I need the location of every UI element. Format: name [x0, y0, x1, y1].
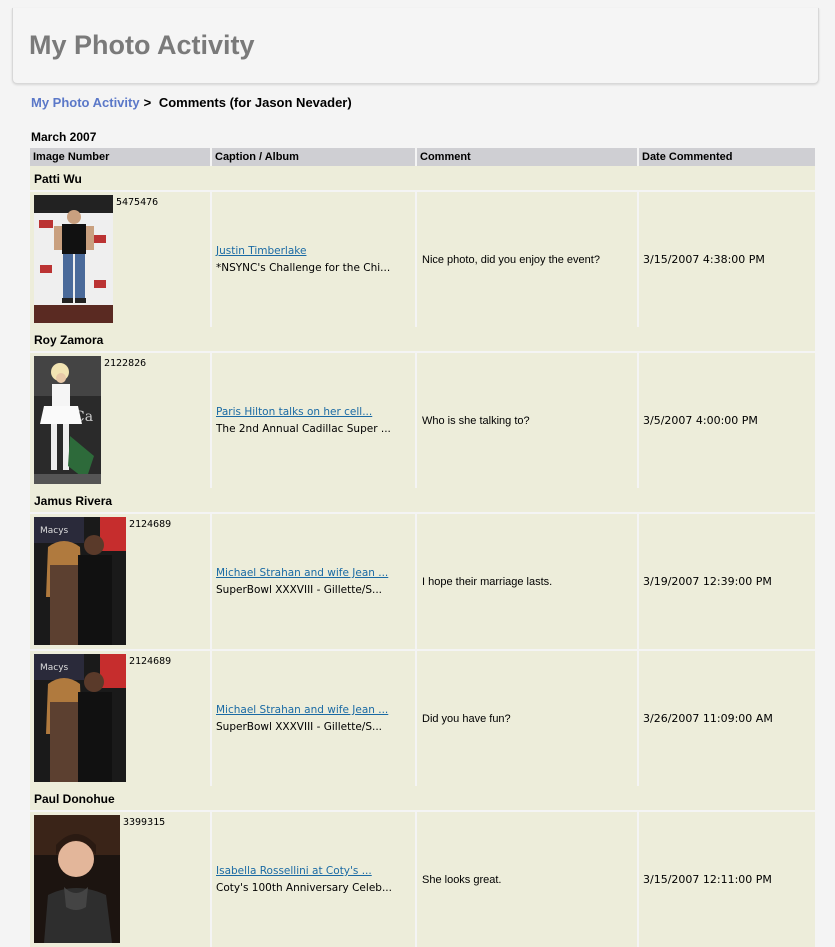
- table-row: 3399315 Isabella Rossellini at Coty's ..…: [30, 810, 815, 947]
- breadcrumb-link-my-photo-activity[interactable]: My Photo Activity: [31, 95, 140, 110]
- photo-thumbnail[interactable]: Macys: [34, 517, 126, 645]
- caption-cell: Justin Timberlake *NSYNC's Challenge for…: [212, 190, 415, 327]
- date-commented: 3/5/2007 4:00:00 PM: [639, 351, 815, 488]
- svg-text:Macys: Macys: [40, 663, 69, 673]
- comment-text: She looks great.: [417, 810, 637, 947]
- caption-cell: Michael Strahan and wife Jean ... SuperB…: [212, 649, 415, 786]
- caption-cell: Michael Strahan and wife Jean ... SuperB…: [212, 512, 415, 649]
- breadcrumb-current: Comments (for Jason Nevader): [158, 95, 352, 110]
- date-commented: 3/26/2007 11:09:00 AM: [639, 649, 815, 786]
- page-header: My Photo Activity: [12, 8, 819, 84]
- image-number: 2124689: [129, 656, 172, 667]
- photo-thumbnail[interactable]: Macys: [34, 654, 126, 782]
- page-title: My Photo Activity: [29, 30, 255, 60]
- caption-link[interactable]: Isabella Rossellini at Coty's ...: [216, 865, 372, 877]
- image-number: 2122826: [104, 358, 147, 369]
- user-group-row: Paul Donohue: [30, 786, 815, 810]
- comment-text: Who is she talking to?: [417, 351, 637, 488]
- breadcrumb: My Photo Activity > Comments (for Jason N…: [31, 95, 352, 110]
- album-name: SuperBowl XXXVIII - Gillette/S...: [216, 721, 383, 733]
- date-commented: 3/19/2007 12:39:00 PM: [639, 512, 815, 649]
- month-heading: March 2007: [31, 130, 97, 144]
- image-cell: Macys 2124689: [30, 649, 210, 786]
- column-header-date-commented: Date Commented: [639, 148, 815, 166]
- date-commented: 3/15/2007 12:11:00 PM: [639, 810, 815, 947]
- image-cell: Macys 2124689: [30, 512, 210, 649]
- user-name: Paul Donohue: [30, 786, 815, 810]
- image-cell: Ca 2122826: [30, 351, 210, 488]
- svg-text:Macys: Macys: [40, 526, 69, 536]
- image-number: 5475476: [116, 197, 159, 208]
- image-cell: 5475476: [30, 190, 210, 327]
- column-header-image-number: Image Number: [30, 148, 210, 166]
- album-name: SuperBowl XXXVIII - Gillette/S...: [216, 584, 383, 596]
- image-cell: 3399315: [30, 810, 210, 947]
- caption-link[interactable]: Justin Timberlake: [216, 245, 306, 257]
- caption-cell: Paris Hilton talks on her cell... The 2n…: [212, 351, 415, 488]
- table-header-row: Image Number Caption / Album Comment Dat…: [30, 148, 815, 166]
- comment-text: I hope their marriage lasts.: [417, 512, 637, 649]
- image-number: 2124689: [129, 519, 172, 530]
- photo-thumbnail[interactable]: Ca: [34, 356, 101, 484]
- table-row: Macys 2124689 Michael Strahan and wife J…: [30, 512, 815, 649]
- album-name: The 2nd Annual Cadillac Super ...: [216, 423, 391, 435]
- caption-cell: Isabella Rossellini at Coty's ... Coty's…: [212, 810, 415, 947]
- album-name: Coty's 100th Anniversary Celeb...: [216, 882, 392, 894]
- breadcrumb-separator: >: [143, 95, 152, 110]
- table-row: Ca 2122826 Paris Hilton talks on her cel…: [30, 351, 815, 488]
- date-commented: 3/15/2007 4:38:00 PM: [639, 190, 815, 327]
- caption-link[interactable]: Michael Strahan and wife Jean ...: [216, 567, 388, 579]
- table-row: Macys 2124689 Michael Strahan and wife J…: [30, 649, 815, 786]
- album-name: *NSYNC's Challenge for the Chi...: [216, 262, 391, 274]
- caption-link[interactable]: Michael Strahan and wife Jean ...: [216, 704, 388, 716]
- comments-table: Image Number Caption / Album Comment Dat…: [28, 148, 817, 947]
- user-name: Jamus Rivera: [30, 488, 815, 512]
- table-row: 5475476 Justin Timberlake *NSYNC's Chall…: [30, 190, 815, 327]
- user-group-row: Jamus Rivera: [30, 488, 815, 512]
- user-name: Roy Zamora: [30, 327, 815, 351]
- comment-text: Did you have fun?: [417, 649, 637, 786]
- user-group-row: Roy Zamora: [30, 327, 815, 351]
- user-name: Patti Wu: [30, 166, 815, 190]
- column-header-caption-album: Caption / Album: [212, 148, 415, 166]
- photo-thumbnail[interactable]: [34, 195, 113, 323]
- image-number: 3399315: [123, 817, 166, 828]
- column-header-comment: Comment: [417, 148, 637, 166]
- comment-text: Nice photo, did you enjoy the event?: [417, 190, 637, 327]
- user-group-row: Patti Wu: [30, 166, 815, 190]
- caption-link[interactable]: Paris Hilton talks on her cell...: [216, 406, 372, 418]
- photo-thumbnail[interactable]: [34, 815, 120, 943]
